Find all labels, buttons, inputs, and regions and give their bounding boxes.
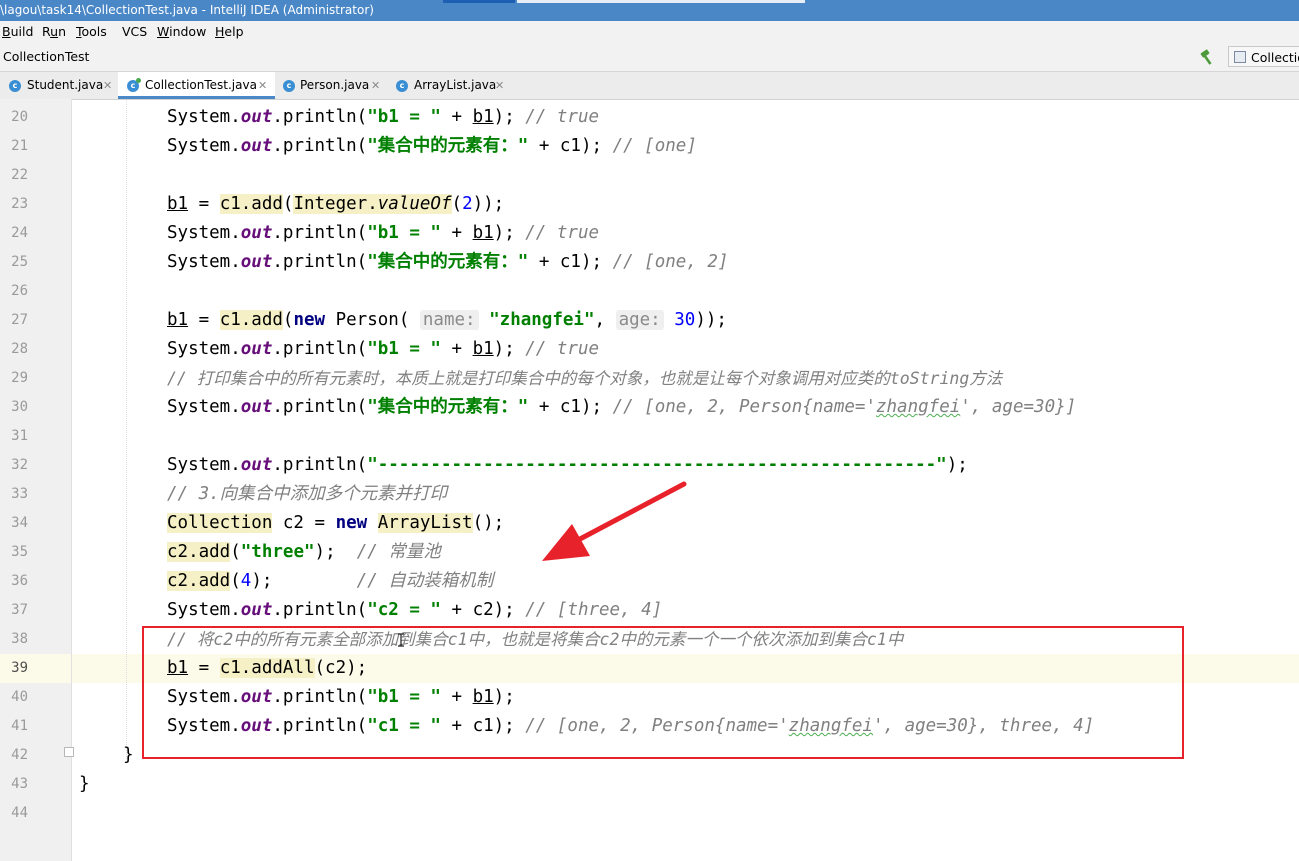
line-number: 38: [11, 631, 28, 647]
breadcrumb[interactable]: CollectionTest: [3, 43, 89, 71]
code-line-43[interactable]: }: [79, 770, 90, 799]
code-line-36[interactable]: c2.add(4); // 自动装箱机制: [167, 567, 493, 596]
line-number: 42: [11, 747, 28, 763]
tab-arraylist-java[interactable]: c ArrayList.java ✕: [387, 72, 512, 99]
code-line-25[interactable]: System.out.println("集合中的元素有：" + c1); // …: [167, 248, 728, 277]
run-configuration-select[interactable]: CollectionTest: [1228, 46, 1299, 67]
code-line-37[interactable]: System.out.println("c2 = " + c2); // [th…: [167, 596, 662, 625]
line-number: 33: [11, 486, 28, 502]
code-line-28[interactable]: System.out.println("b1 = " + b1); // tru…: [167, 335, 599, 364]
menu-help[interactable]: Help: [215, 21, 244, 43]
line-number: 41: [11, 718, 28, 734]
code-line-20[interactable]: System.out.println("b1 = " + b1); // tru…: [167, 103, 599, 132]
menu-bar: Build Run Tools VCS Window Help: [0, 21, 1299, 43]
runnable-class-icon: c: [127, 78, 141, 92]
code-line-24[interactable]: System.out.println("b1 = " + b1); // tru…: [167, 219, 599, 248]
close-icon[interactable]: ✕: [258, 72, 267, 99]
application-config-icon: [1234, 51, 1246, 63]
editor-tabs: c Student.java ✕ c CollectionTest.java ✕…: [0, 72, 1299, 100]
line-number: 26: [11, 283, 28, 299]
menu-run[interactable]: Run: [42, 21, 66, 43]
line-number: 30: [11, 399, 28, 415]
window-title: \lagou\task14\CollectionTest.java - Inte…: [0, 3, 374, 17]
line-number: 29: [11, 370, 28, 386]
tab-label: Person.java: [300, 78, 370, 92]
line-number: 37: [11, 602, 28, 618]
menu-tools[interactable]: Tools: [76, 21, 107, 43]
taskbar-highlight-light: [517, 0, 805, 3]
line-number: 36: [11, 573, 28, 589]
line-number: 43: [11, 776, 28, 792]
class-icon: c: [9, 80, 21, 92]
line-number: 32: [11, 457, 28, 473]
taskbar-highlight: [443, 0, 515, 3]
line-number: 44: [11, 805, 28, 821]
class-icon: c: [396, 80, 408, 92]
line-number: 24: [11, 225, 28, 241]
line-number: 20: [11, 109, 28, 125]
code-line-33[interactable]: // 3.向集合中添加多个元素并打印: [167, 480, 447, 509]
code-line-21[interactable]: System.out.println("集合中的元素有：" + c1); // …: [167, 132, 697, 161]
line-number: 39: [11, 660, 28, 676]
fold-marker-icon[interactable]: [64, 747, 74, 757]
close-icon[interactable]: ✕: [495, 72, 504, 99]
menu-vcs[interactable]: VCS: [122, 21, 147, 43]
tab-label: ArrayList.java: [414, 78, 497, 92]
code-line-23[interactable]: b1 = c1.add(Integer.valueOf(2));: [167, 190, 504, 219]
run-configuration-label: CollectionTest: [1251, 50, 1299, 65]
indent-guide: [126, 99, 127, 759]
menu-build[interactable]: Build: [2, 21, 33, 43]
text-cursor-icon: [398, 633, 404, 647]
code-line-35[interactable]: c2.add("three"); // 常量池: [167, 538, 441, 567]
close-icon[interactable]: ✕: [103, 72, 112, 99]
line-number: 27: [11, 312, 28, 328]
line-number: 40: [11, 689, 28, 705]
class-icon: c: [283, 80, 295, 92]
code-line-27[interactable]: b1 = c1.add(new Person( name: "zhangfei"…: [167, 306, 727, 335]
code-line-30[interactable]: System.out.println("集合中的元素有：" + c1); // …: [167, 393, 1076, 422]
build-hammer-icon[interactable]: [1198, 48, 1216, 66]
line-number: 31: [11, 428, 28, 444]
line-number: 28: [11, 341, 28, 357]
line-number: 21: [11, 138, 28, 154]
tab-label: CollectionTest.java: [145, 78, 257, 92]
line-number: 23: [11, 196, 28, 212]
menu-window[interactable]: Window: [157, 21, 206, 43]
code-line-34[interactable]: Collection c2 = new ArrayList();: [167, 509, 504, 538]
line-number: 22: [11, 167, 28, 183]
code-line-29[interactable]: // 打印集合中的所有元素时，本质上就是打印集合中的每个对象，也就是让每个对象调…: [167, 364, 1002, 393]
line-number: 34: [11, 515, 28, 531]
tab-label: Student.java: [27, 78, 104, 92]
navigation-bar: CollectionTest CollectionTest: [0, 43, 1299, 72]
close-icon[interactable]: ✕: [371, 72, 380, 99]
code-line-32[interactable]: System.out.println("--------------------…: [167, 451, 968, 480]
line-number: 25: [11, 254, 28, 270]
tab-student-java[interactable]: c Student.java ✕: [0, 72, 118, 99]
tab-person-java[interactable]: c Person.java ✕: [275, 72, 387, 99]
code-line-42[interactable]: }: [123, 741, 134, 770]
title-bar: \lagou\task14\CollectionTest.java - Inte…: [0, 0, 1299, 21]
line-number: 35: [11, 544, 28, 560]
annotation-highlight-box: [142, 626, 1184, 759]
tab-collectiontest-java[interactable]: c CollectionTest.java ✕: [118, 72, 275, 99]
